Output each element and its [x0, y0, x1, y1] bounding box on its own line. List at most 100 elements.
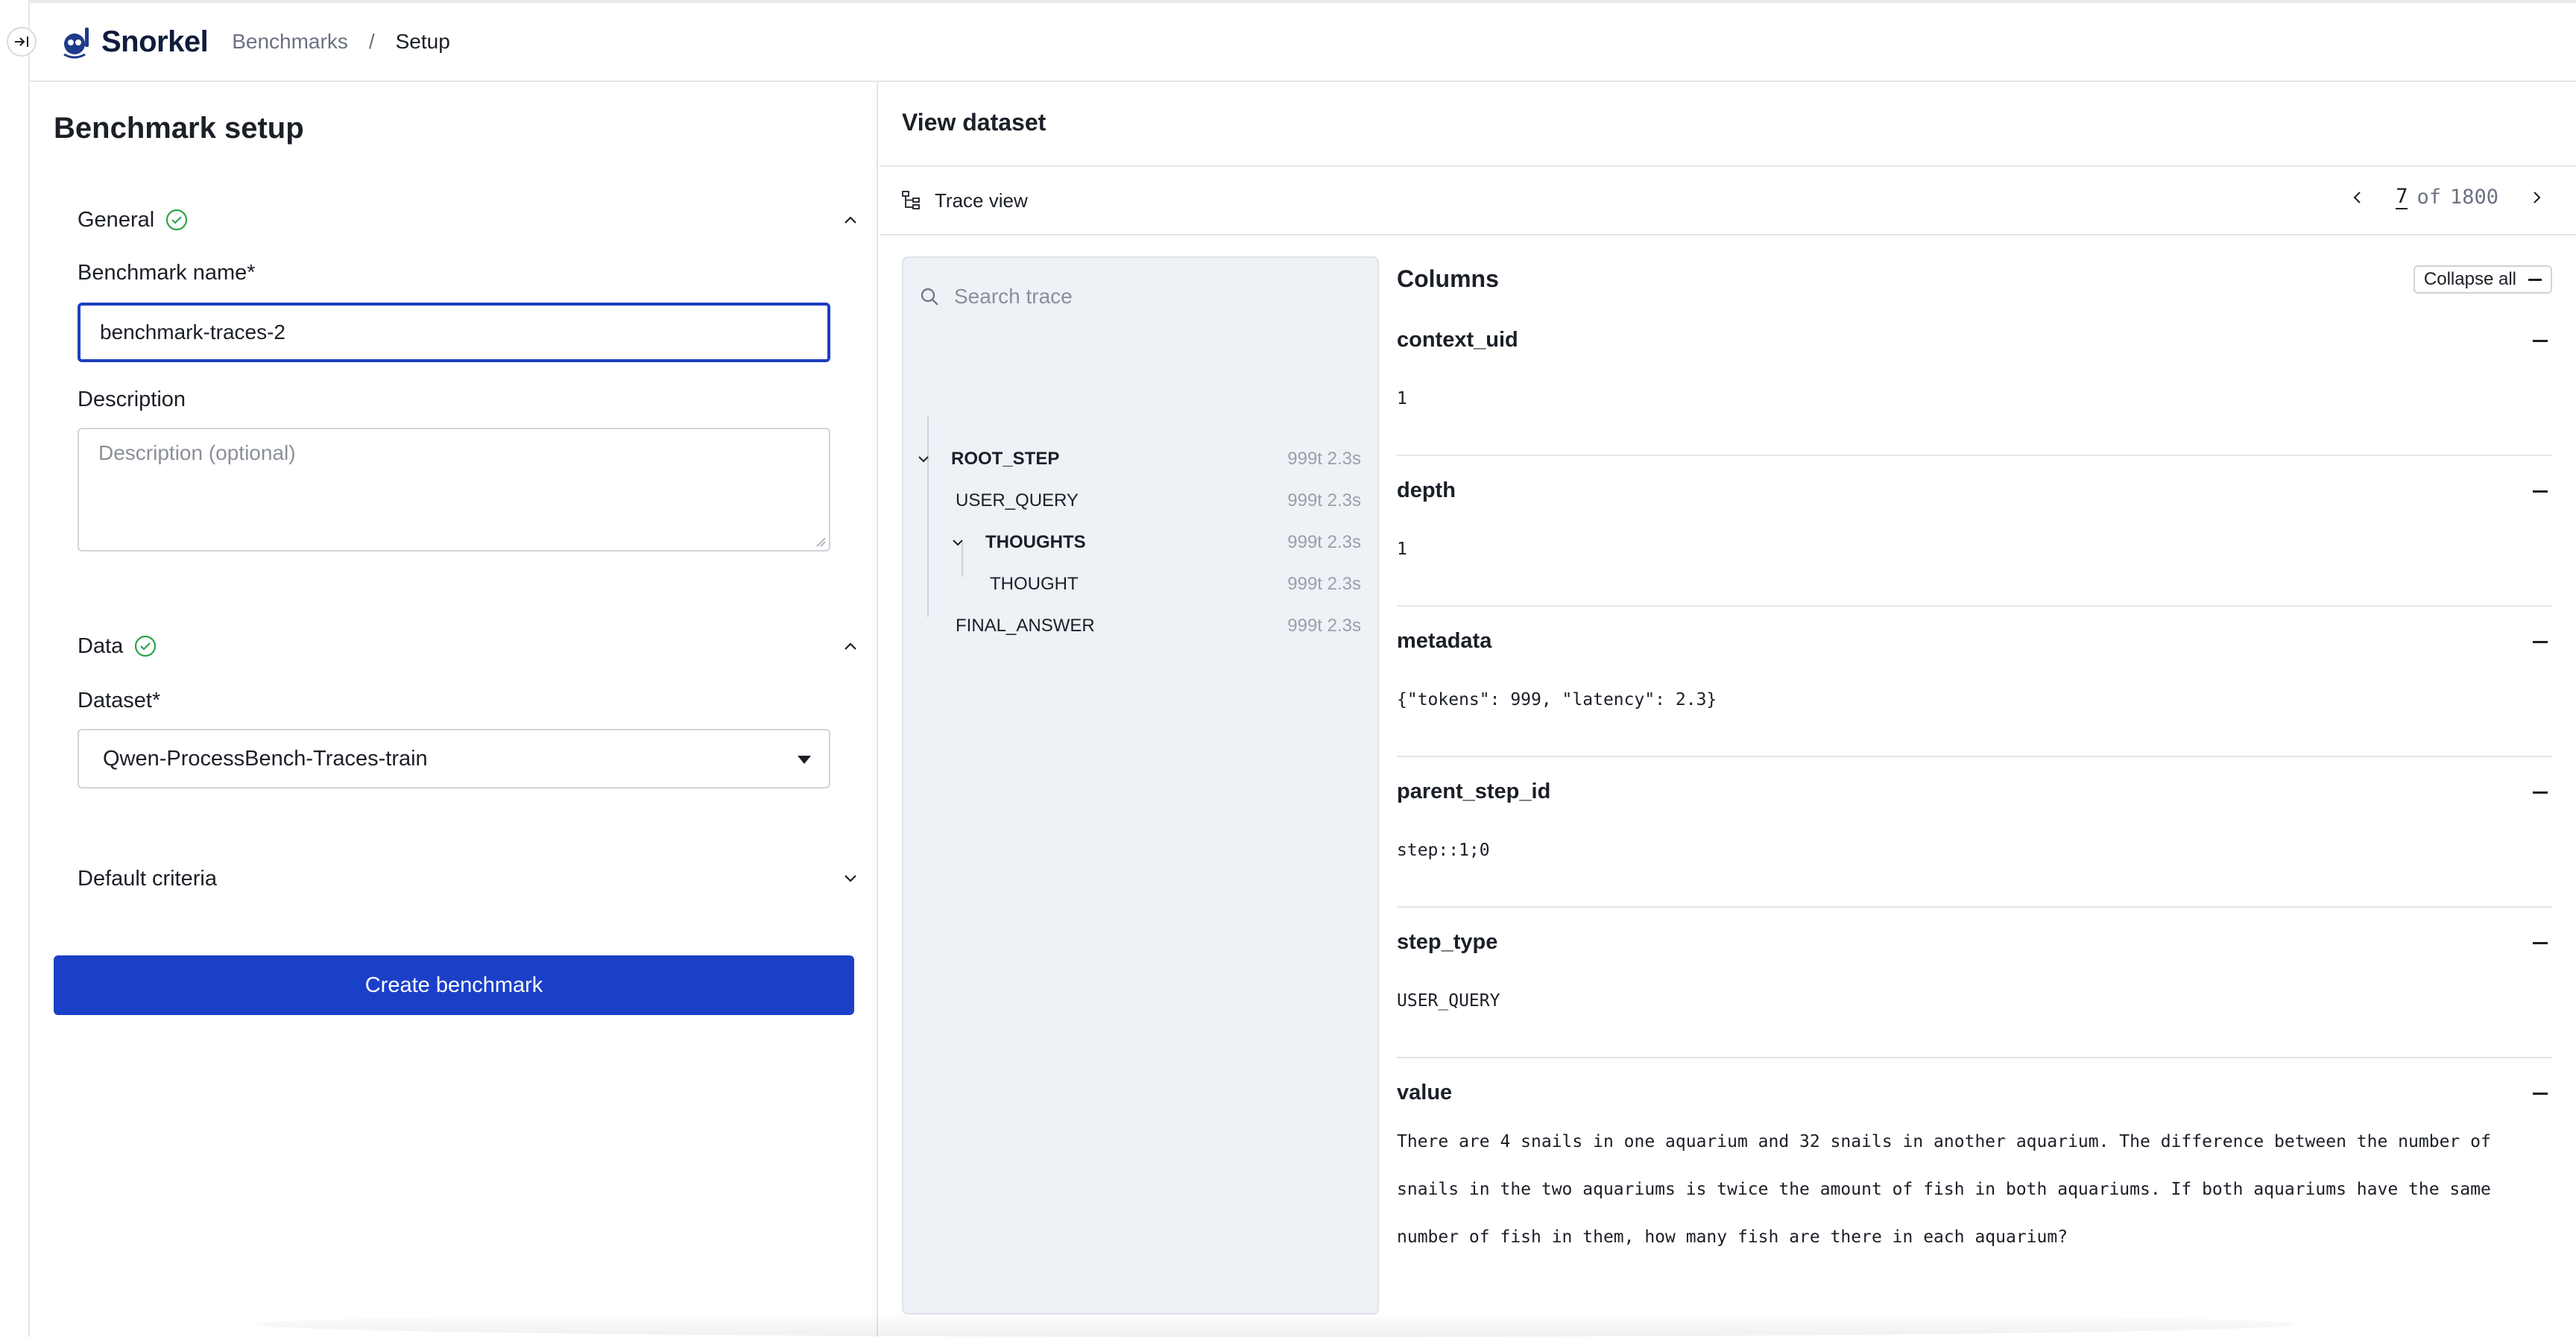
column-block: value There are 4 snails in one aquarium…: [1397, 1081, 2552, 1334]
breadcrumb-setup: Setup: [395, 30, 450, 53]
criteria-section-title: Default criteria: [78, 866, 217, 891]
page-title: Benchmark setup: [54, 112, 304, 145]
trace-tree: Search trace ROOT_STEP 999t 2.3s USER_QU…: [902, 256, 1379, 1315]
tree-node-name: THOUGHT: [990, 574, 1079, 594]
brand-logo[interactable]: Snorkel: [58, 23, 209, 60]
dataset-panel: View dataset Trace view 7 of 1800 Search…: [880, 82, 2576, 1337]
column-value: step::1;0: [1397, 841, 1490, 860]
column-value: USER_QUERY: [1397, 991, 1500, 1011]
column-block: step_type USER_QUERY: [1397, 930, 2552, 1058]
breadcrumb: Benchmarks / Setup: [232, 30, 450, 54]
column-value: 1: [1397, 389, 1407, 408]
chevron-down-icon: [918, 456, 929, 463]
tree-node-meta: 999t 2.3s: [1287, 616, 1361, 636]
column-name: value: [1397, 1081, 1453, 1104]
value-line: number of fish in them, how many fish ar…: [1397, 1227, 2068, 1247]
tree-node-final-answer[interactable]: FINAL_ANSWER 999t 2.3s: [903, 611, 1377, 641]
column-name: depth: [1397, 478, 1456, 502]
column-value: 1: [1397, 540, 1407, 559]
trace-toolbar: Trace view 7 of 1800: [880, 167, 2576, 236]
column-block: parent_step_id step::1;0: [1397, 780, 2552, 908]
criteria-section-header[interactable]: Default criteria: [78, 860, 860, 897]
description-placeholder: Description (optional): [98, 441, 296, 464]
column-value: {"tokens": 999, "latency": 2.3}: [1397, 690, 1717, 709]
minus-icon[interactable]: [2533, 791, 2548, 794]
collapse-all-label: Collapse all: [2423, 269, 2516, 289]
tree-node-name: ROOT_STEP: [951, 449, 1060, 469]
column-name: context_uid: [1397, 328, 1518, 352]
data-section-header[interactable]: Data: [78, 628, 860, 665]
search-icon: [921, 288, 938, 306]
minus-icon[interactable]: [2533, 1093, 2548, 1095]
tree-node-meta: 999t 2.3s: [1287, 574, 1361, 594]
breadcrumb-separator: /: [368, 30, 375, 53]
chevron-up-icon[interactable]: [841, 636, 860, 660]
minus-icon: [2528, 278, 2542, 281]
chevron-left-icon[interactable]: [2346, 189, 2369, 206]
breadcrumb-benchmarks[interactable]: Benchmarks: [232, 30, 348, 54]
collapse-all-button[interactable]: Collapse all: [2413, 265, 2552, 294]
trace-search-placeholder: Search trace: [954, 285, 1073, 308]
check-circle-icon: [133, 634, 157, 658]
value-line: There are 4 snails in one aquarium and 3…: [1397, 1132, 2491, 1151]
view-dataset-title: View dataset: [902, 109, 1046, 136]
columns-title: Columns: [1397, 265, 1499, 292]
trace-view-toggle[interactable]: Trace view: [900, 189, 1028, 212]
setup-panel: Benchmark setup General Benchmark name* …: [30, 82, 878, 1337]
expand-icon: [15, 37, 28, 47]
tree-node-name: FINAL_ANSWER: [956, 616, 1095, 636]
dataset-select[interactable]: Qwen-ProcessBench-Traces-train: [78, 729, 830, 788]
chevron-down-icon: [953, 540, 963, 546]
top-bar: Snorkel Benchmarks / Setup: [30, 0, 2576, 82]
trace-view-label: Trace view: [935, 189, 1028, 212]
tree-node-name: USER_QUERY: [956, 490, 1079, 511]
tree-node-thoughts[interactable]: THOUGHTS 999t 2.3s: [903, 528, 1377, 557]
column-block: depth 1: [1397, 478, 2552, 607]
caret-down-icon: [798, 756, 811, 764]
column-name: parent_step_id: [1397, 780, 1551, 803]
minus-icon[interactable]: [2533, 490, 2548, 493]
pager-of: of: [2416, 186, 2441, 209]
minus-icon[interactable]: [2533, 340, 2548, 342]
tree-node-meta: 999t 2.3s: [1287, 449, 1361, 469]
brand-name: Snorkel: [101, 25, 209, 58]
tree-node-meta: 999t 2.3s: [1287, 532, 1361, 552]
pager: 7 of 1800: [2346, 185, 2548, 209]
side-rail: [0, 0, 30, 1337]
general-section-header[interactable]: General: [78, 201, 860, 238]
dataset-selected-value: Qwen-ProcessBench-Traces-train: [103, 746, 428, 771]
trace-search-input[interactable]: Search trace: [918, 285, 1073, 309]
minus-icon[interactable]: [2533, 942, 2548, 944]
create-benchmark-button[interactable]: Create benchmark: [54, 955, 854, 1015]
check-circle-icon: [165, 208, 189, 232]
chevron-right-icon[interactable]: [2525, 189, 2548, 206]
description-textarea[interactable]: Description (optional): [78, 428, 830, 551]
resize-grip-icon[interactable]: [814, 535, 826, 547]
general-section-title: General: [78, 207, 155, 232]
chevron-down-icon[interactable]: [841, 869, 860, 892]
tree-node-name: THOUGHTS: [985, 532, 1086, 552]
tree-icon: [902, 191, 920, 209]
pager-total: 1800: [2449, 186, 2498, 209]
pager-current[interactable]: 7: [2396, 185, 2408, 209]
minus-icon[interactable]: [2533, 641, 2548, 643]
expand-sidebar-button[interactable]: [7, 27, 37, 57]
column-block: metadata {"tokens": 999, "latency": 2.3}: [1397, 629, 2552, 757]
value-line: snails in the two aquariums is twice the…: [1397, 1180, 2491, 1199]
column-block: context_uid 1: [1397, 328, 2552, 456]
tree-node-user-query[interactable]: USER_QUERY 999t 2.3s: [903, 486, 1377, 516]
bottom-shadow: [253, 1312, 2296, 1337]
column-name: step_type: [1397, 930, 1498, 954]
tree-node-root-step[interactable]: ROOT_STEP 999t 2.3s: [903, 444, 1377, 474]
description-label: Description: [78, 388, 186, 411]
dataset-label: Dataset*: [78, 689, 161, 712]
tree-node-thought[interactable]: THOUGHT 999t 2.3s: [903, 569, 1377, 599]
benchmark-name-label: Benchmark name*: [78, 261, 256, 285]
tree-node-meta: 999t 2.3s: [1287, 490, 1361, 511]
column-name: metadata: [1397, 629, 1492, 653]
chevron-up-icon[interactable]: [841, 210, 860, 233]
snorkel-logo-icon: [63, 28, 89, 59]
data-section-title: Data: [78, 633, 124, 658]
benchmark-name-input[interactable]: benchmark-traces-2: [78, 303, 830, 362]
column-value: There are 4 snails in one aquarium and 3…: [1397, 1118, 2552, 1261]
